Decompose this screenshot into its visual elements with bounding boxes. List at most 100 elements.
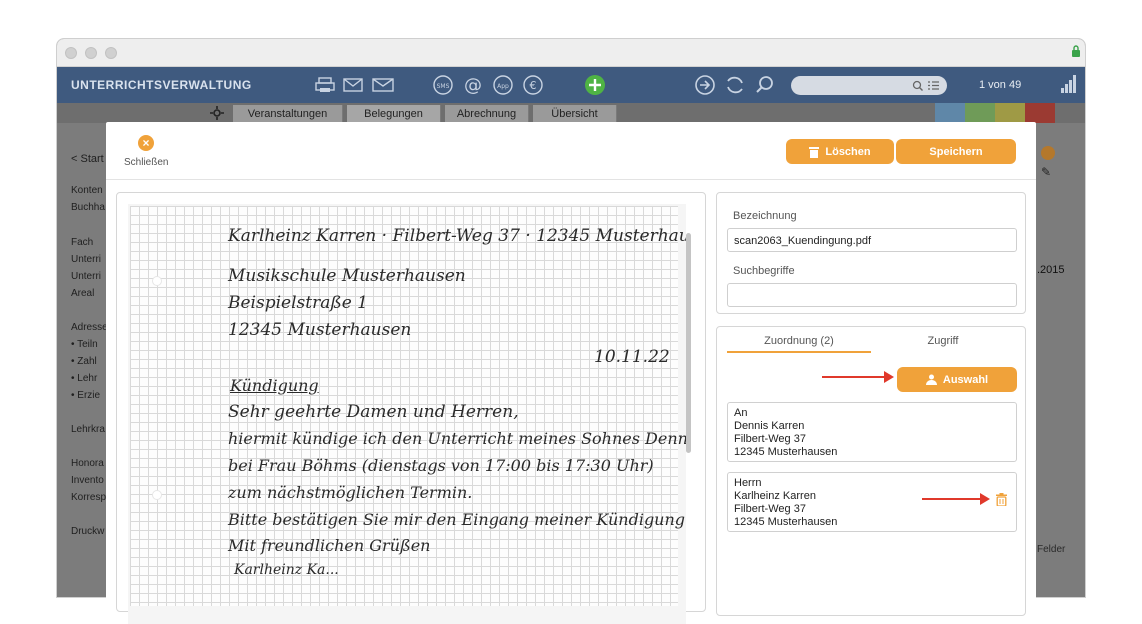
tab-zugriff[interactable]: Zugriff [871,335,1015,347]
save-button-label: Speichern [929,145,983,158]
search-input[interactable] [791,76,947,95]
sidebar-item[interactable]: Fach [71,237,93,248]
search-icon[interactable] [753,74,777,96]
color-swatch-green[interactable] [965,103,995,123]
scanned-letter: Karlheinz Karren · Filbert-Weg 37 · 1234… [130,206,686,606]
sidebar-item[interactable]: • Erzie [71,390,100,401]
app-icon[interactable]: App [491,74,515,96]
tab-zuordnung[interactable]: Zuordnung (2) [727,335,871,347]
sidebar-item[interactable]: Unterri [71,254,101,265]
lock-icon [1072,45,1080,57]
tab-veranstaltungen[interactable]: Veranstaltungen [233,105,343,123]
tab-uebersicht[interactable]: Übersicht [533,105,617,123]
tab-abrechnung[interactable]: Abrechnung [445,105,529,123]
punch-hole [152,490,162,500]
letter-sender: Karlheinz Karren · Filbert-Weg 37 · 1234… [228,226,686,246]
record-pager: 1 von 49 [979,79,1022,91]
refresh-icon[interactable] [723,74,747,96]
svg-text:€: € [530,79,537,92]
metadata-panel: Bezeichnung scan2063_Kuendingung.pdf Suc… [716,192,1026,314]
color-swatch-blue[interactable] [935,103,965,123]
printer-icon[interactable] [313,74,337,96]
bezeichnung-label: Bezeichnung [733,210,797,222]
sidebar-item[interactable]: Invento [71,475,104,486]
address-line: Filbert-Weg 37 [734,433,806,445]
close-window-button[interactable] [65,47,77,59]
signal-bars-icon [1061,75,1076,93]
auswahl-button-label: Auswahl [942,373,989,386]
list-icon [928,81,939,90]
add-icon[interactable] [583,74,607,96]
letter-salutation: Sehr geehrte Damen und Herren, [228,402,519,422]
color-swatch-yellow[interactable] [995,103,1025,123]
felder-label: Felder [1037,544,1066,555]
trash-icon [809,146,820,158]
save-button[interactable]: Speichern [896,139,1016,164]
delete-button[interactable]: Löschen [786,139,894,164]
sidebar-item[interactable]: Adresse [71,322,108,333]
person-icon [925,374,937,385]
tab-belegungen[interactable]: Belegungen [347,105,441,123]
auswahl-button[interactable]: Auswahl [897,367,1017,392]
address-line: Dennis Karren [734,420,805,432]
gear-icon[interactable] [210,106,224,120]
download-icon[interactable] [1041,146,1055,160]
address-line: 12345 Musterhausen [734,516,838,528]
suchbegriffe-label: Suchbegriffe [733,265,795,277]
dialog-header: × Schließen Löschen Speichern [106,122,1036,180]
sidebar-item[interactable]: Druckw [71,526,104,537]
close-icon[interactable]: × [138,135,154,151]
letter-body-line: zum nächstmöglichen Termin. [228,483,473,502]
document-preview[interactable]: Karlheinz Karren · Filbert-Weg 37 · 1234… [128,204,686,624]
minimize-window-button[interactable] [85,47,97,59]
address-line: Karlheinz Karren [734,490,816,502]
letter-body-line: hiermit kündige ich den Unterricht meine… [228,429,686,448]
sidebar-item[interactable]: • Lehr [71,373,97,384]
back-link[interactable]: < Start [71,153,104,165]
svg-text:App: App [497,83,509,90]
letter-recipient: Musikschule Musterhausen [228,266,466,286]
close-button-label[interactable]: Schließen [124,157,168,168]
preview-scrollbar[interactable] [686,233,691,453]
sidebar-item[interactable]: Unterri [71,271,101,282]
zoom-window-button[interactable] [105,47,117,59]
sidebar-item[interactable]: Honora [71,458,104,469]
address-card[interactable]: An Dennis Karren Filbert-Weg 37 12345 Mu… [727,402,1017,462]
window-titlebar [57,39,1085,67]
sidebar-item[interactable]: Konten [71,185,103,196]
bezeichnung-field[interactable]: scan2063_Kuendingung.pdf [727,228,1017,252]
annotation-arrow [922,493,990,505]
punch-hole [152,276,162,286]
letter-subject: Kündigung [230,376,319,395]
letter-closing: Mit freundlichen Grüßen [228,536,431,555]
sidebar-item[interactable]: Korresp [71,492,106,503]
annotation-arrow [822,371,894,383]
pencil-icon[interactable]: ✎ [1041,165,1055,179]
trash-icon[interactable] [996,493,1007,506]
letter-recipient: Beispielstraße 1 [228,293,368,313]
mail-stack-icon[interactable] [371,74,395,96]
mail-icon[interactable] [341,74,365,96]
svg-text:@: @ [464,75,482,95]
sidebar-item[interactable]: Areal [71,288,94,299]
forward-icon[interactable] [693,74,717,96]
address-card[interactable]: Herrn Karlheinz Karren Filbert-Weg 37 12… [727,472,1017,532]
sidebar-item[interactable]: Lehrkra [71,424,105,435]
sidebar-item[interactable]: Buchha [71,202,105,213]
at-icon[interactable]: @ [461,74,485,96]
color-swatch-red[interactable] [1025,103,1055,123]
sidebar-item[interactable]: • Zahl [71,356,97,367]
active-tab-indicator [727,351,871,353]
sms-icon[interactable]: SMS [431,74,455,96]
euro-icon[interactable]: € [521,74,545,96]
assignment-panel: Zuordnung (2) Zugriff Auswahl An Dennis … [716,326,1026,616]
sidebar: < Start Konten Buchha Fach Unterri Unter… [57,123,108,597]
suchbegriffe-field[interactable] [727,283,1017,307]
letter-body-line: Bitte bestätigen Sie mir den Eingang mei… [228,510,686,529]
letter-signature: Karlheinz Ka... [234,562,339,578]
svg-text:SMS: SMS [437,83,450,90]
letter-body-line: bei Frau Böhms (dienstags von 17:00 bis … [228,456,654,475]
sidebar-item[interactable]: • Teiln [71,339,98,350]
address-line: 12345 Musterhausen [734,446,838,458]
right-column: ✎ .2015 Felder [1037,123,1085,597]
